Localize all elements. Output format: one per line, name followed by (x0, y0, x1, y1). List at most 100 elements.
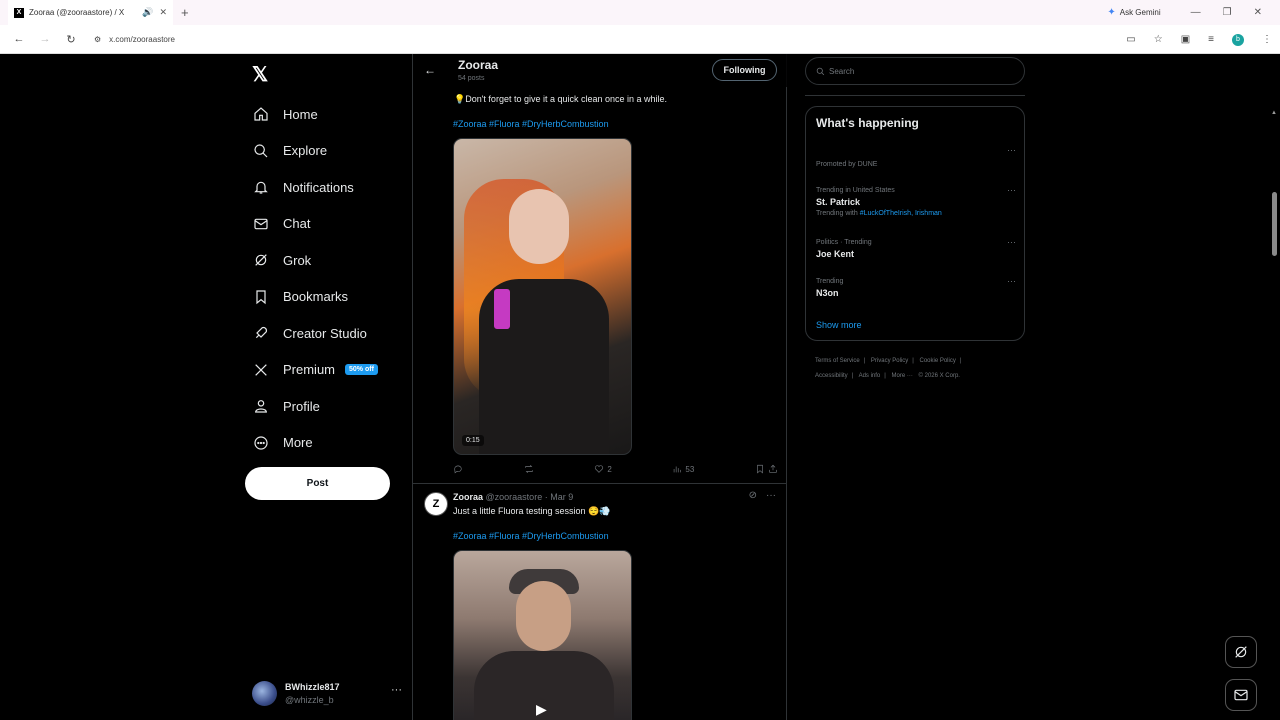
nav-grok[interactable]: Grok (252, 242, 378, 279)
repost-button[interactable] (524, 464, 534, 474)
tweet-hashtags[interactable]: #Zooraa #Fluora #DryHerbCombustion (453, 531, 609, 541)
ask-gemini-button[interactable]: ✦ Ask Gemini (1107, 7, 1160, 18)
left-navigation: 𝕏 Home Explore Notifications Chat Grok B… (244, 54, 412, 720)
nav-explore[interactable]: Explore (252, 133, 378, 170)
search-input[interactable]: Search (805, 57, 1025, 85)
minimize-icon[interactable]: — (1191, 7, 1201, 18)
nav-label: Chat (283, 216, 311, 232)
divider (413, 483, 787, 484)
messages-float-button[interactable] (1225, 679, 1257, 711)
tweet-author-name[interactable]: Zooraa (453, 492, 483, 502)
more-dots-icon[interactable]: ··· (1007, 276, 1016, 286)
more-dots-icon[interactable]: ··· (1007, 185, 1016, 195)
play-icon[interactable]: ▶ (536, 701, 547, 718)
like-button[interactable]: 2 (594, 464, 612, 474)
x-logo-icon (252, 361, 270, 379)
cast-icon[interactable]: ▭ (1126, 34, 1135, 45)
extensions-icon[interactable]: ≡ (1208, 34, 1214, 45)
footer-link[interactable]: Cookie Policy (920, 358, 956, 364)
footer-link[interactable]: More ··· (892, 373, 913, 379)
bookmark-button[interactable] (755, 464, 765, 474)
close-window-icon[interactable]: ✕ (1254, 7, 1262, 18)
show-more-link[interactable]: Show more (816, 320, 862, 330)
nav-creator-studio[interactable]: Creator Studio (252, 315, 378, 352)
gemini-icon: ✦ (1107, 7, 1116, 18)
trend-item[interactable]: ··· Trending in United States St. Patric… (816, 185, 1016, 217)
main-timeline: ← Zooraa 54 posts Following 💡Don't forge… (412, 54, 787, 720)
whats-happening-panel: What's happening ··· Promoted by DUNE ··… (805, 106, 1025, 341)
x-logo-icon[interactable]: 𝕏 (252, 62, 268, 87)
footer-link[interactable]: Accessibility (815, 373, 848, 379)
tweet-text: Just a little Fluora testing session 😌💨 (453, 506, 611, 516)
nav-chat[interactable]: Chat (252, 206, 378, 243)
post-button[interactable]: Post (245, 467, 390, 500)
search-icon (252, 142, 270, 160)
back-arrow-icon[interactable]: ← (424, 63, 436, 77)
trend-with-link[interactable]: #LuckOfTheIrish, Irishman (860, 210, 942, 217)
avatar (252, 680, 277, 706)
browser-profile-avatar[interactable]: b (1232, 33, 1244, 46)
forward-arrow-icon[interactable]: → (38, 33, 52, 45)
back-arrow-icon[interactable]: ← (12, 33, 26, 45)
video-frame-device (494, 289, 510, 329)
grok-icon (1235, 646, 1247, 658)
trend-with: Trending with #LuckOfTheIrish, Irishman (816, 210, 1016, 217)
share-button[interactable] (768, 464, 778, 474)
tweet-video[interactable]: ▶ (453, 550, 632, 720)
home-icon (252, 105, 270, 123)
views-button[interactable]: 53 (672, 464, 694, 474)
more-dots-icon[interactable]: ··· (766, 490, 776, 501)
reply-button[interactable] (453, 464, 463, 474)
speaker-icon[interactable]: 🔊 (142, 7, 153, 18)
avatar[interactable]: Z (424, 492, 448, 516)
posts-count: 54 posts (458, 75, 485, 82)
trend-name: N3on (816, 288, 839, 298)
footer-link[interactable]: Terms of Service (815, 358, 860, 364)
browser-menu-icon[interactable]: ⋮ (1262, 34, 1272, 45)
nav-home[interactable]: Home (252, 96, 378, 133)
rocket-icon (252, 324, 270, 342)
sidepanel-icon[interactable]: ▣ (1181, 34, 1190, 45)
tweet-author-handle[interactable]: @zooraastore (486, 492, 543, 502)
nav-bookmarks[interactable]: Bookmarks (252, 279, 378, 316)
reload-icon[interactable]: ↻ (64, 33, 78, 46)
restore-icon[interactable]: ❐ (1223, 7, 1232, 18)
grok-icon[interactable]: ⊘ (749, 490, 757, 501)
account-switcher[interactable]: BWhizzle817 @whizzle_b ··· (252, 678, 402, 708)
following-button[interactable]: Following (712, 59, 777, 81)
more-dots-icon[interactable]: ··· (391, 684, 402, 696)
nav-premium[interactable]: Premium 50% off (252, 352, 378, 389)
trend-item[interactable]: ··· Trending N3on (816, 276, 1016, 298)
divider (805, 95, 1025, 96)
scroll-up-arrow-icon[interactable]: ▲ (1271, 110, 1277, 116)
grok-float-button[interactable] (1225, 636, 1257, 668)
browser-tab[interactable]: X Zooraa (@zooraastore) / X 🔊 ✕ (8, 0, 173, 25)
nav-label: Bookmarks (283, 289, 349, 305)
trend-with-prefix: Trending with (816, 210, 860, 217)
footer-link[interactable]: Privacy Policy (871, 358, 908, 364)
promoted-trend[interactable]: ··· Promoted by DUNE (816, 145, 1016, 168)
tweet-date[interactable]: · Mar 9 (545, 492, 574, 502)
scrollbar-thumb[interactable] (1272, 192, 1277, 256)
url-field[interactable]: x.com/zooraastore (109, 35, 175, 44)
tweet-hashtags[interactable]: #Zooraa #Fluora #DryHerbCombustion (453, 119, 609, 129)
site-info-icon[interactable]: ⚙ (94, 35, 101, 44)
more-dots-icon[interactable]: ··· (1007, 237, 1016, 247)
mail-icon (252, 215, 270, 233)
more-dots-icon[interactable]: ··· (1007, 145, 1016, 155)
new-tab-button[interactable]: + (181, 5, 189, 20)
close-tab-icon[interactable]: ✕ (159, 7, 167, 18)
nav-profile[interactable]: Profile (252, 388, 378, 425)
tweet-text: 💡Don't forget to give it a quick clean o… (454, 94, 668, 104)
tweet-video[interactable]: 0:15 (453, 138, 632, 455)
nav-more[interactable]: More (252, 425, 378, 462)
chart-icon (674, 466, 682, 473)
footer-link[interactable]: Ads info (859, 373, 881, 379)
trend-meta: Politics · Trending (816, 239, 872, 246)
repost-icon (524, 465, 533, 473)
account-handle: @whizzle_b (285, 694, 334, 705)
nav-notifications[interactable]: Notifications (252, 169, 378, 206)
promoted-label: Promoted by DUNE (816, 161, 878, 168)
trend-item[interactable]: ··· Politics · Trending Joe Kent (816, 237, 1016, 259)
bookmark-star-icon[interactable]: ☆ (1154, 34, 1163, 45)
